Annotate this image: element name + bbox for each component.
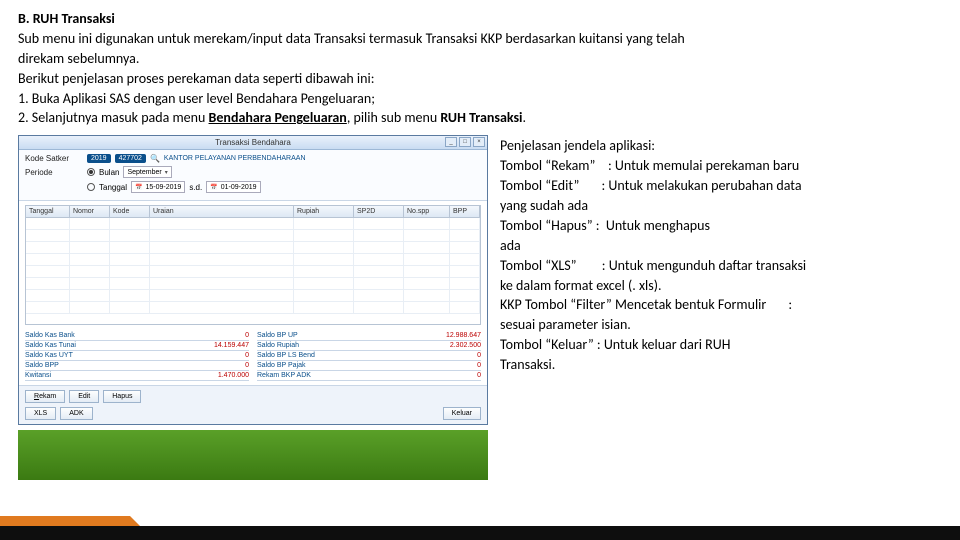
bal-ls-bend-label: Saldo BP LS Bend [257, 352, 431, 359]
table-row[interactable] [26, 278, 480, 290]
window-min-button[interactable]: _ [445, 137, 457, 147]
bal-kas-tunai-value: 14.159.447 [199, 342, 249, 349]
bal-kwitansi-value: 1.470.000 [199, 372, 249, 379]
periode-label: Periode [25, 168, 83, 177]
radio-bulan[interactable] [87, 168, 95, 176]
step-2d: RUH Transaksi [440, 109, 522, 126]
date-from-value: 15-09-2019 [146, 184, 182, 191]
satker-code-chip[interactable]: 427702 [115, 154, 146, 163]
date-from[interactable]: 15-09-2019 [131, 181, 185, 193]
explanation-text: Penjelasan jendela aplikasi: Tombol “Rek… [500, 135, 942, 425]
edit-button[interactable]: Edit [69, 390, 99, 403]
bal-bp-up-value: 12.988.647 [431, 332, 481, 339]
col-uraian[interactable]: Uraian [150, 206, 294, 217]
step-2a: 2. Selanjutnya masuk pada menu [18, 109, 209, 126]
bal-kas-bank-value: 0 [199, 332, 249, 339]
table-row[interactable] [26, 290, 480, 302]
intro-line-1: Sub menu ini digunakan untuk merekam/inp… [18, 30, 942, 49]
intro-line-1b: direkam sebelumnya. [18, 50, 942, 69]
bal-kas-bank-label: Saldo Kas Bank [25, 332, 199, 339]
satker-name: KANTOR PELAYANAN PERBENDAHARAAN [164, 155, 306, 162]
balances-panel: Saldo Kas Bank0 Saldo Kas Tunai14.159.44… [19, 329, 487, 385]
year-chip[interactable]: 2019 [87, 154, 111, 163]
window-titlebar[interactable]: Transaksi Bendahara _ □ × [19, 136, 487, 150]
step-1: 1. Buka Aplikasi SAS dengan user level B… [18, 90, 942, 109]
explain-edit-2: yang sudah ada [500, 197, 942, 216]
bal-kas-uyt-label: Saldo Kas UYT [25, 352, 199, 359]
bulan-combo[interactable]: September [123, 166, 171, 178]
footer-bar [0, 526, 960, 540]
step-2e: . [523, 109, 527, 126]
button-bar: Rekamdocument.currentScript.previousElem… [19, 385, 487, 407]
col-nospp[interactable]: No.spp [404, 206, 450, 217]
document-intro: B. RUH Transaksi Sub menu ini digunakan … [0, 0, 960, 135]
footer-accent [0, 516, 130, 526]
table-row[interactable] [26, 242, 480, 254]
table-row[interactable] [26, 254, 480, 266]
radio-bulan-label: Bulan [99, 168, 119, 177]
bal-kwitansi-label: Kwitansi [25, 372, 199, 379]
section-heading: B. RUH Transaksi [18, 10, 115, 27]
col-bpp[interactable]: BPP [450, 206, 480, 217]
bal-bpp-label: Saldo BPP [25, 362, 199, 369]
grid-header: Tanggal Nomor Kode Uraian Rupiah SP2D No… [26, 206, 480, 218]
explain-filter-2: sesuai parameter isian. [500, 316, 942, 335]
bal-bp-up-label: Saldo BP UP [257, 332, 431, 339]
explain-xls: Tombol “XLS” : Untuk mengunduh daftar tr… [500, 257, 942, 276]
adk-button[interactable]: ADK [60, 407, 92, 420]
filter-panel: Kode Satker 2019 427702 🔍 KANTOR PELAYAN… [19, 150, 487, 201]
step-2: 2. Selanjutnya masuk pada menu Bendahara… [18, 109, 942, 128]
explain-heading: Penjelasan jendela aplikasi: [500, 137, 942, 156]
explain-filter: KKP Tombol “Filter” Mencetak bentuk Form… [500, 296, 942, 315]
xls-button[interactable]: XLS [25, 407, 56, 420]
col-rupiah[interactable]: Rupiah [294, 206, 354, 217]
intro-line-2: Berikut penjelasan proses perekaman data… [18, 70, 942, 89]
window-close-button[interactable]: × [473, 137, 485, 147]
bal-bkp-adk-value: 0 [431, 372, 481, 379]
step-2c: , pilih sub menu [347, 109, 441, 126]
bal-bp-pajak-value: 0 [431, 362, 481, 369]
window-title: Transaksi Bendahara [215, 138, 291, 147]
rekam-button[interactable]: Rekamdocument.currentScript.previousElem… [25, 390, 65, 403]
keluar-button[interactable]: Keluar [443, 407, 481, 420]
hapus-button[interactable]: Hapus [103, 390, 141, 403]
explain-rekam: Tombol “Rekam” : Untuk memulai perekaman… [500, 157, 942, 176]
grid-body [26, 218, 480, 321]
kode-satker-label: Kode Satker [25, 154, 83, 163]
sd-label: s.d. [189, 183, 202, 192]
table-row[interactable] [26, 302, 480, 314]
explain-hapus: Tombol “Hapus” : Untuk menghapus [500, 217, 942, 236]
explain-hapus-2: ada [500, 237, 942, 256]
bal-rupiah-label: Saldo Rupiah [257, 342, 431, 349]
explain-edit: Tombol “Edit” : Untuk melakukan perubaha… [500, 177, 942, 196]
radio-tanggal-label: Tanggal [99, 183, 127, 192]
radio-tanggal[interactable] [87, 183, 95, 191]
table-row[interactable] [26, 230, 480, 242]
bal-kas-uyt-value: 0 [199, 352, 249, 359]
col-sp2d[interactable]: SP2D [354, 206, 404, 217]
decorative-background [18, 430, 488, 480]
bal-bpp-value: 0 [199, 362, 249, 369]
bal-kas-tunai-label: Saldo Kas Tunai [25, 342, 199, 349]
transaction-grid[interactable]: Tanggal Nomor Kode Uraian Rupiah SP2D No… [25, 205, 481, 325]
bulan-value: September [127, 169, 161, 176]
button-bar-2: XLS ADK Keluar [19, 407, 487, 424]
explain-keluar-2: Transaksi. [500, 356, 942, 375]
col-tanggal[interactable]: Tanggal [26, 206, 70, 217]
col-nomor[interactable]: Nomor [70, 206, 110, 217]
step-2b: Bendahara Pengeluaran [209, 109, 347, 126]
window-max-button[interactable]: □ [459, 137, 471, 147]
table-row[interactable] [26, 218, 480, 230]
bal-bkp-adk-label: Rekam BKP ADK [257, 372, 431, 379]
bal-rupiah-value: 2.302.500 [431, 342, 481, 349]
table-row[interactable] [26, 266, 480, 278]
explain-keluar: Tombol “Keluar” : Untuk keluar dari RUH [500, 336, 942, 355]
bal-bp-pajak-label: Saldo BP Pajak [257, 362, 431, 369]
date-to-value: 01-09-2019 [221, 184, 257, 191]
bal-ls-bend-value: 0 [431, 352, 481, 359]
explain-xls-2: ke dalam format excel (. xls). [500, 277, 942, 296]
date-to[interactable]: 01-09-2019 [206, 181, 260, 193]
app-window: Transaksi Bendahara _ □ × Kode Satker 20… [18, 135, 488, 425]
col-kode[interactable]: Kode [110, 206, 150, 217]
